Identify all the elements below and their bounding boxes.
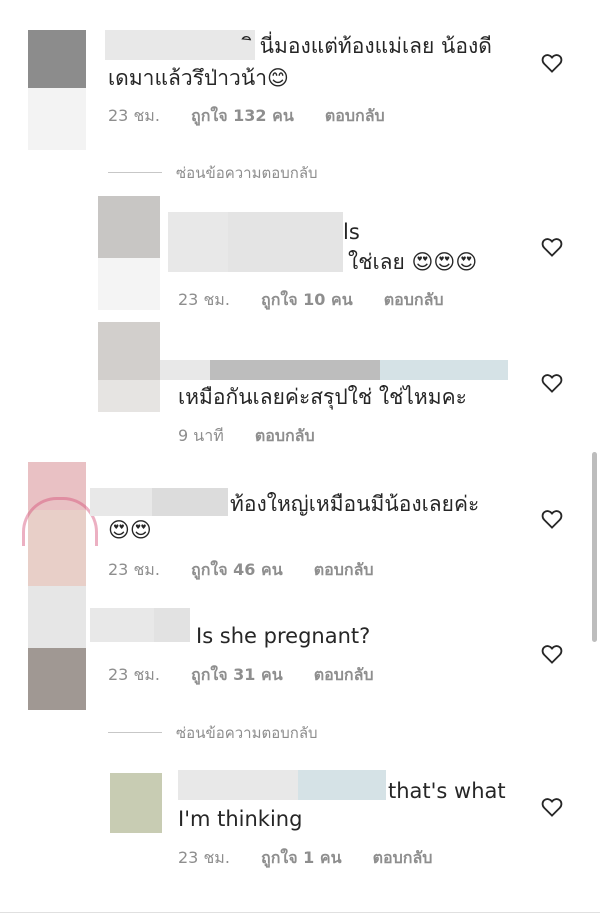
scrollbar[interactable]: [592, 452, 597, 642]
username-obscured[interactable]: [154, 608, 190, 642]
comment-text: ท้องใหญ่เหมือนมีน้องเลยค่ะ: [230, 492, 480, 516]
comment-time: 23 ชม.: [178, 290, 230, 309]
comment-time: 23 ชม.: [108, 560, 160, 579]
hide-replies-label[interactable]: ซ่อนข้อความตอบกลับ: [176, 161, 318, 185]
reply-button[interactable]: ตอบกลับ: [255, 426, 315, 445]
username-obscured[interactable]: [168, 212, 228, 272]
hide-replies-label[interactable]: ซ่อนข้อความตอบกลับ: [176, 721, 318, 745]
comment-text-line2: เดมาแล้วรึป่าวน้า😊: [108, 66, 289, 90]
comment-text: Is she pregnant?: [196, 624, 371, 648]
comment-text-line2: I'm thinking: [178, 807, 303, 831]
comment-text-line2: 😍😍: [108, 518, 152, 542]
avatar[interactable]: [98, 196, 160, 258]
username-obscured[interactable]: [228, 212, 343, 272]
username-obscured[interactable]: [105, 30, 255, 60]
username-obscured[interactable]: [178, 770, 298, 800]
heart-outline-icon[interactable]: [541, 53, 563, 73]
likes-count[interactable]: ถูกใจ 46 คน: [191, 560, 283, 579]
comment-text: ิ นี่มองแต่ท้องแม่เลย น้องดี: [253, 34, 492, 58]
username-obscured[interactable]: [380, 360, 508, 380]
comment-time: 23 ชม.: [178, 848, 230, 867]
heart-outline-icon[interactable]: [541, 237, 563, 257]
avatar-obscured: [28, 88, 86, 150]
heart-outline-icon[interactable]: [541, 373, 563, 393]
story-ring: [22, 497, 98, 546]
username-obscured[interactable]: [152, 488, 228, 516]
avatar[interactable]: [110, 773, 162, 833]
username-obscured[interactable]: [298, 770, 386, 800]
bottom-divider: [0, 912, 600, 913]
comment-text: ใช่เลย 😍😍😍: [348, 250, 478, 274]
avatar[interactable]: [98, 322, 160, 380]
comment-time: 23 ชม.: [108, 665, 160, 684]
divider: [108, 172, 162, 173]
avatar-obscured: [98, 258, 160, 310]
username-obscured[interactable]: [90, 488, 152, 516]
username-fragment[interactable]: ls: [343, 218, 360, 246]
avatar-obscured: [28, 648, 86, 710]
heart-outline-icon[interactable]: [541, 509, 563, 529]
reply-button[interactable]: ตอบกลับ: [373, 848, 433, 867]
likes-count[interactable]: ถูกใจ 10 คน: [261, 290, 353, 309]
reply-button[interactable]: ตอบกลับ: [314, 560, 374, 579]
avatar[interactable]: [28, 586, 86, 648]
username-obscured[interactable]: [210, 360, 380, 380]
likes-count[interactable]: ถูกใจ 31 คน: [191, 665, 283, 684]
reply-button[interactable]: ตอบกลับ: [325, 106, 385, 125]
comment-time: 9 นาที: [178, 426, 224, 445]
comment-text: เหมือกันเลยค่ะสรุปใช่ ใช่ไหมคะ: [178, 385, 467, 409]
username-obscured[interactable]: [90, 608, 154, 642]
likes-count[interactable]: ถูกใจ 132 คน: [191, 106, 294, 125]
avatar[interactable]: [28, 30, 86, 88]
comment-time: 23 ชม.: [108, 106, 160, 125]
comment-text: that's what: [388, 779, 506, 803]
reply-button[interactable]: ตอบกลับ: [314, 665, 374, 684]
divider: [108, 732, 162, 733]
avatar-obscured: [98, 380, 160, 412]
likes-count[interactable]: ถูกใจ 1 คน: [261, 848, 341, 867]
heart-outline-icon[interactable]: [541, 797, 563, 817]
reply-button[interactable]: ตอบกลับ: [384, 290, 444, 309]
heart-outline-icon[interactable]: [541, 644, 563, 664]
username-obscured[interactable]: [160, 360, 210, 380]
